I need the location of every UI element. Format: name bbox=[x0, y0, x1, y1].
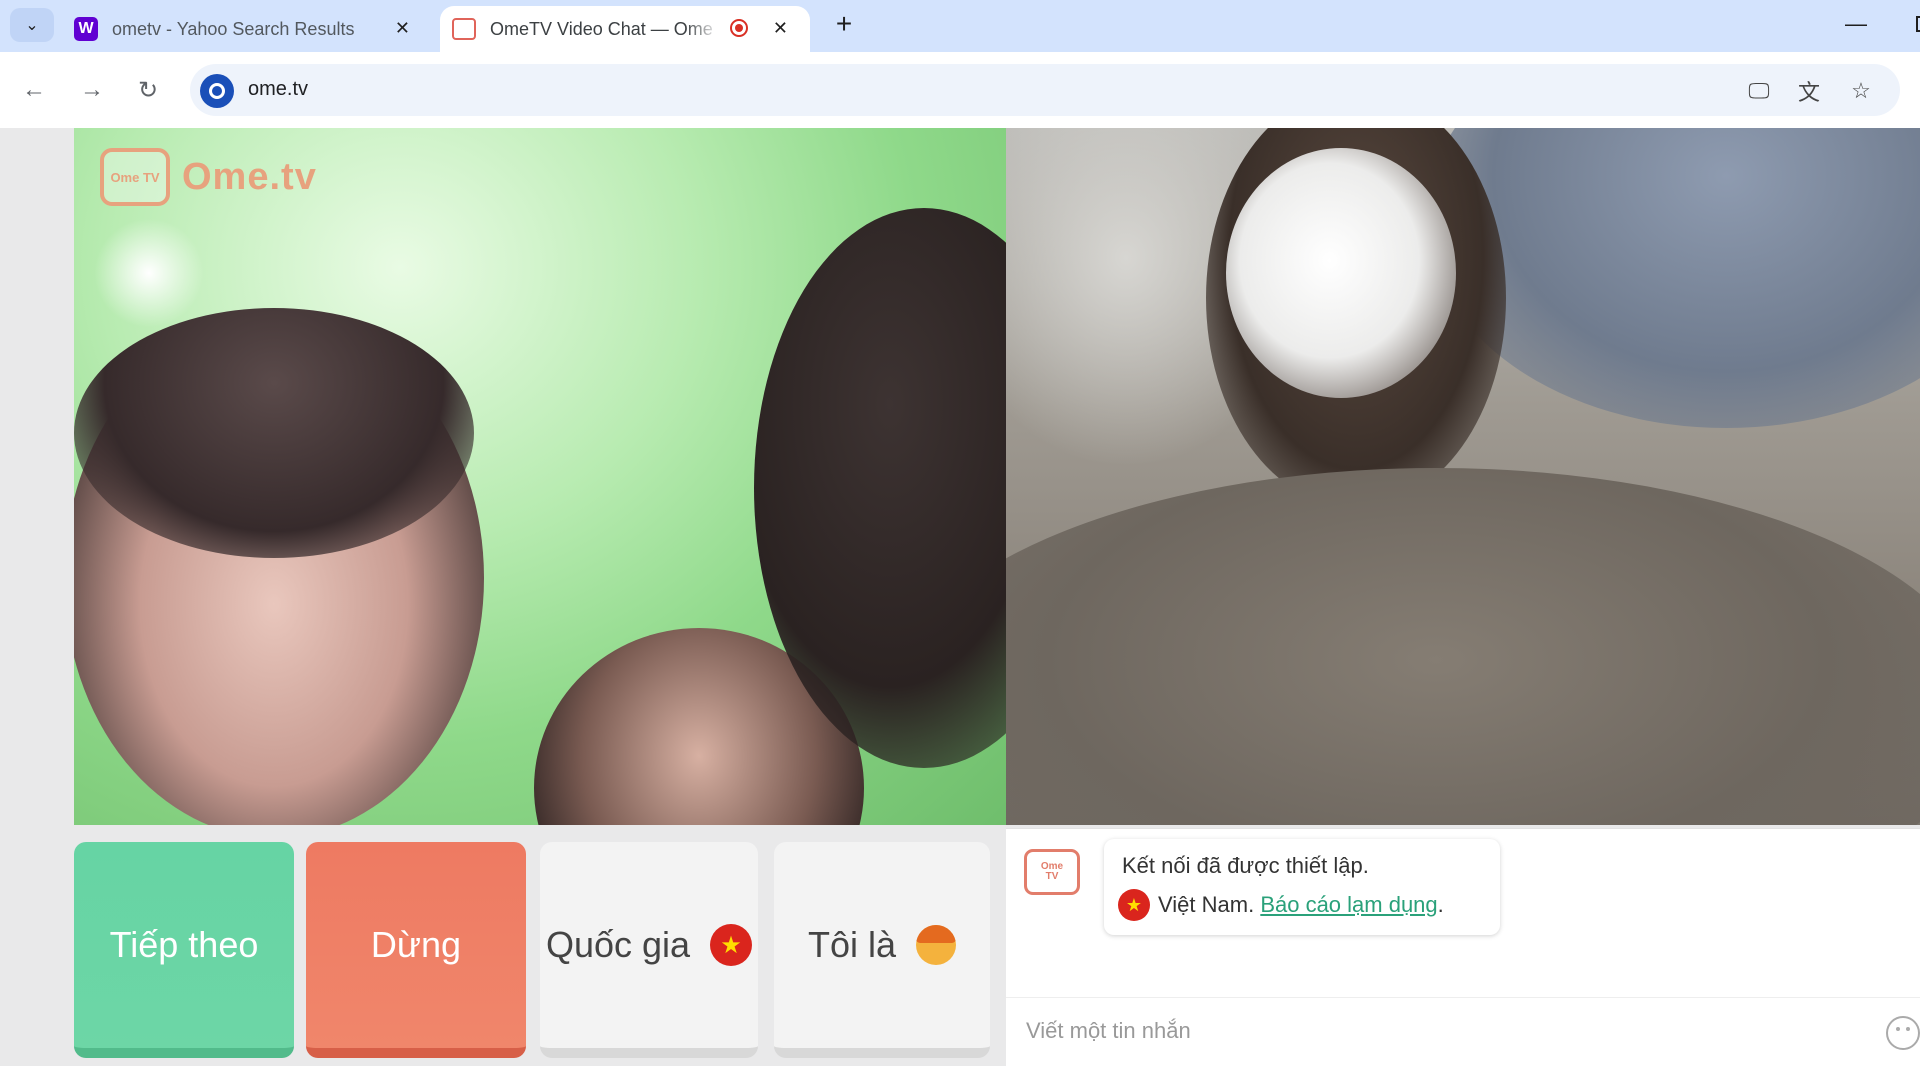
cast-icon[interactable]: 🖵 bbox=[1744, 76, 1774, 106]
chat-input-bar bbox=[1006, 997, 1920, 1066]
minimize-button[interactable]: — bbox=[1836, 6, 1876, 42]
translate-icon[interactable]: 文 bbox=[1794, 76, 1824, 106]
local-video: Ome TV Ome.tv bbox=[74, 128, 1006, 825]
bookmark-star-icon[interactable]: ☆ bbox=[1846, 76, 1876, 106]
report-suffix: . bbox=[1437, 892, 1444, 917]
system-message: Kết nối đã được thiết lập. ★ Việt Nam. B… bbox=[1104, 839, 1500, 935]
report-abuse-link[interactable]: Báo cáo lạm dụng bbox=[1260, 892, 1437, 918]
connection-status-text: Kết nối đã được thiết lập. bbox=[1122, 853, 1369, 878]
gender-button[interactable]: Tôi là bbox=[774, 842, 990, 1058]
new-tab-button[interactable]: + bbox=[826, 6, 862, 42]
tab-search-button[interactable]: ⌄ bbox=[10, 8, 54, 42]
minimize-icon: — bbox=[1845, 11, 1867, 36]
ometv-bot-icon: Ome TV bbox=[1024, 849, 1080, 895]
reload-icon: ↻ bbox=[137, 76, 159, 104]
tab-yahoo-search[interactable]: W ometv - Yahoo Search Results ✕ bbox=[74, 6, 432, 52]
tv-icon: Ome TV bbox=[100, 148, 170, 206]
arrow-left-icon: ← bbox=[22, 76, 46, 103]
country-button[interactable]: Quốc gia ★ bbox=[540, 842, 758, 1058]
logo-text: Ome.tv bbox=[182, 155, 317, 198]
recording-icon bbox=[730, 19, 748, 37]
vietnam-flag-icon: ★ bbox=[1118, 889, 1150, 921]
video-hair bbox=[74, 308, 474, 558]
tab-strip: ⌄ W ometv - Yahoo Search Results ✕ OmeTV… bbox=[0, 0, 1920, 52]
tab-title: OmeTV Video Chat — Ome bbox=[490, 18, 713, 39]
chat-panel: Ome TV Kết nối đã được thiết lập. ★ Việt … bbox=[1006, 828, 1920, 1066]
yahoo-icon: W bbox=[74, 17, 98, 41]
stop-button[interactable]: Dừng bbox=[306, 842, 526, 1058]
chevron-down-icon: ⌄ bbox=[25, 17, 39, 34]
country-label: Quốc gia bbox=[545, 924, 691, 965]
ometv-icon bbox=[452, 18, 476, 40]
site-info-icon[interactable] bbox=[200, 74, 234, 108]
browser-toolbar: ← → ↻ ome.tv 🖵 文 ☆ bbox=[0, 52, 1920, 128]
plus-icon: + bbox=[835, 8, 853, 39]
arrow-right-icon: → bbox=[80, 76, 104, 103]
url-text[interactable]: ome.tv bbox=[248, 78, 308, 101]
partner-country: Việt Nam. bbox=[1158, 892, 1255, 917]
boy-avatar-icon bbox=[916, 925, 957, 965]
page-content: Ome TV Ome.tv Tiếp theo Dừng Quốc gia ★ … bbox=[0, 128, 1920, 1066]
light-glare bbox=[94, 218, 204, 328]
address-bar[interactable]: ome.tv 🖵 文 ☆ bbox=[190, 64, 1900, 116]
message-input[interactable] bbox=[1024, 1012, 1828, 1050]
tab-title: ometv - Yahoo Search Results bbox=[112, 18, 355, 39]
video-glove bbox=[1226, 148, 1456, 398]
maximize-button[interactable] bbox=[1900, 10, 1920, 38]
close-icon[interactable]: ✕ bbox=[395, 18, 410, 39]
tab-ometv[interactable]: OmeTV Video Chat — Ome ✕ bbox=[440, 6, 810, 52]
logo-badge-text: Ome TV bbox=[110, 169, 160, 185]
ometv-logo: Ome TV Ome.tv bbox=[100, 148, 317, 206]
reload-button[interactable]: ↻ bbox=[130, 72, 166, 108]
remote-video bbox=[1006, 128, 1920, 825]
vietnam-flag-icon: ★ bbox=[710, 924, 753, 966]
emoji-icon[interactable] bbox=[1886, 1016, 1920, 1050]
stop-label: Dừng bbox=[370, 924, 462, 965]
gender-label: Tôi là bbox=[807, 924, 897, 965]
video-fabric bbox=[1006, 468, 1920, 825]
forward-button[interactable]: → bbox=[74, 72, 110, 108]
next-label: Tiếp theo bbox=[109, 924, 259, 965]
next-button[interactable]: Tiếp theo bbox=[74, 842, 294, 1058]
back-button[interactable]: ← bbox=[16, 72, 52, 108]
close-icon[interactable]: ✕ bbox=[773, 18, 788, 39]
